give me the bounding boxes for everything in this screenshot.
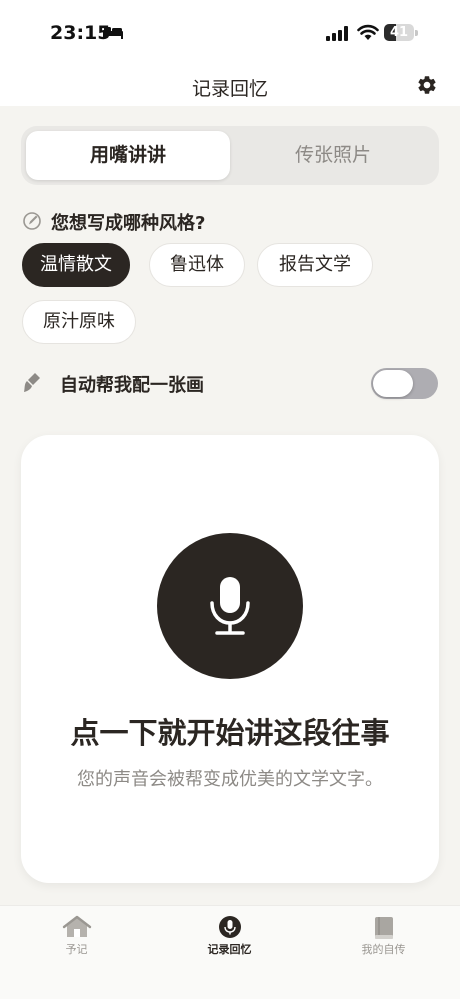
record-card: 点一下就开始讲这段往事 您的声音会被帮变成优美的文学文字。 — [21, 435, 439, 883]
home-icon — [62, 915, 92, 937]
wifi-icon — [357, 24, 379, 40]
book-icon — [375, 917, 393, 939]
style-chip-warm-prose[interactable]: 温情散文 — [22, 243, 130, 287]
record-button[interactable] — [157, 533, 303, 679]
battery-indicator: 41 — [384, 24, 414, 41]
signal-icon — [326, 26, 348, 41]
record-subtitle: 您的声音会被帮变成优美的文学文字。 — [77, 769, 383, 790]
tab-record[interactable]: 记录回忆 — [153, 906, 306, 966]
tab-autobiography[interactable]: 我的自传 — [307, 906, 460, 966]
pen-circle-icon — [23, 212, 41, 230]
toggle-knob — [373, 370, 413, 397]
bed-icon — [103, 27, 123, 39]
paintbrush-icon — [24, 373, 40, 392]
auto-picture-toggle[interactable] — [371, 368, 438, 399]
tab-bar: 予记 记录回忆 我的自传 — [0, 905, 460, 999]
style-chip-reportage[interactable]: 报告文学 — [257, 243, 373, 287]
tab-speak[interactable]: 用嘴讲讲 — [26, 131, 230, 180]
tab-photo[interactable]: 传张照片 — [231, 131, 435, 180]
nav-bar: 记录回忆 — [0, 64, 460, 106]
tab-home[interactable]: 予记 — [0, 906, 153, 966]
style-question-text: 您想写成哪种风格? — [51, 213, 206, 234]
auto-picture-label: 自动帮我配一张画 — [60, 375, 204, 396]
page-title: 记录回忆 — [191, 78, 268, 100]
tab-autobiography-label: 我的自传 — [361, 943, 406, 956]
gear-icon[interactable] — [416, 74, 438, 96]
style-chip-original[interactable]: 原汁原味 — [22, 300, 136, 344]
battery-cap — [415, 30, 418, 36]
microphone-tab-icon — [219, 916, 241, 938]
status-time: 23:15 — [50, 22, 111, 44]
tab-home-label: 予记 — [65, 943, 88, 956]
microphone-icon — [210, 577, 250, 635]
battery-level: 41 — [389, 25, 409, 40]
auto-picture-row: 自动帮我配一张画 — [22, 366, 440, 402]
input-mode-segment: 用嘴讲讲 传张照片 — [21, 126, 439, 185]
status-bar: 23:15 41 — [0, 0, 460, 64]
record-title: 点一下就开始讲这段往事 — [70, 716, 390, 750]
tab-record-label: 记录回忆 — [207, 943, 252, 956]
style-chip-luxun[interactable]: 鲁迅体 — [149, 243, 245, 287]
